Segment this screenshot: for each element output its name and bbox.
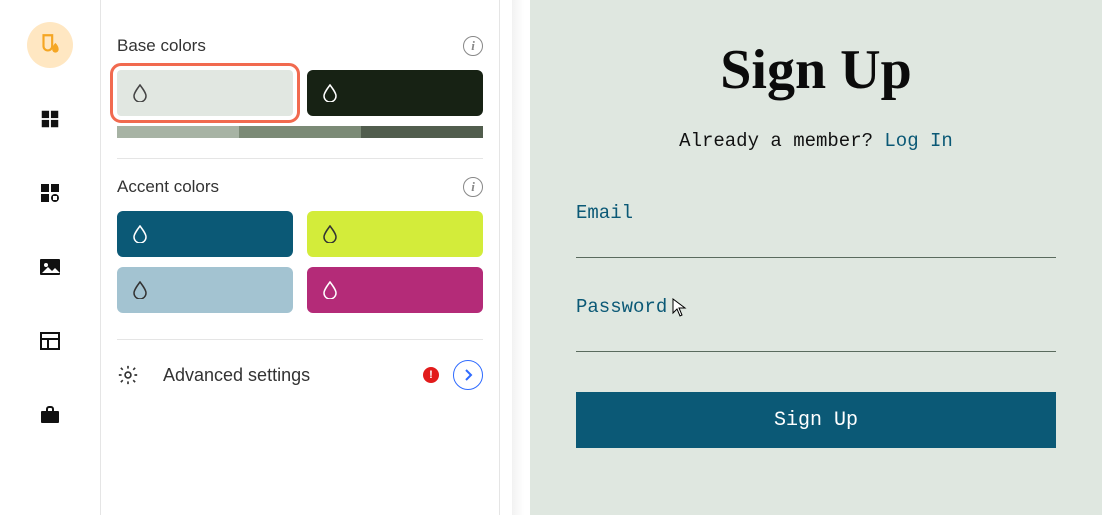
- info-icon[interactable]: i: [463, 36, 483, 56]
- accent-swatch-teal[interactable]: [117, 211, 293, 257]
- accent-colors-title: Accent colors: [117, 177, 219, 197]
- base-gradient-bar: [117, 126, 483, 138]
- rail-briefcase-icon[interactable]: [27, 392, 73, 438]
- signup-heading: Sign Up: [570, 38, 1062, 102]
- rail-grid-icon[interactable]: [27, 96, 73, 142]
- email-field-group: Email: [576, 202, 1056, 258]
- login-link[interactable]: Log In: [884, 130, 952, 152]
- password-input[interactable]: [576, 322, 1056, 352]
- accent-swatch-lightblue[interactable]: [117, 267, 293, 313]
- password-field-group: Password: [576, 296, 1056, 352]
- advanced-label: Advanced settings: [153, 365, 409, 386]
- base-swatch-dark[interactable]: [307, 70, 483, 116]
- chevron-right-icon[interactable]: [453, 360, 483, 390]
- gear-icon: [117, 364, 139, 386]
- base-colors-section: Base colors i: [117, 0, 483, 138]
- signup-button[interactable]: Sign Up: [576, 392, 1056, 448]
- rail-layout-icon[interactable]: [27, 318, 73, 364]
- color-panel: Base colors i Accent colors i: [100, 0, 500, 515]
- info-icon[interactable]: i: [463, 177, 483, 197]
- accent-colors-section: Accent colors i: [117, 158, 483, 313]
- advanced-settings-row[interactable]: Advanced settings !: [117, 339, 483, 400]
- rail-widgets-icon[interactable]: [27, 170, 73, 216]
- preview-area: Sign Up Already a member? Log In Email P…: [500, 0, 1102, 515]
- warning-badge: !: [423, 367, 439, 383]
- base-swatch-light[interactable]: [117, 70, 293, 116]
- rail-image-icon[interactable]: [27, 244, 73, 290]
- subline-text: Already a member?: [679, 130, 884, 152]
- password-label: Password: [576, 296, 667, 318]
- base-colors-title: Base colors: [117, 36, 206, 56]
- signup-subline: Already a member? Log In: [570, 130, 1062, 152]
- cursor-icon: [672, 298, 688, 318]
- accent-swatch-lime[interactable]: [307, 211, 483, 257]
- email-label: Email: [576, 202, 633, 224]
- email-input[interactable]: [576, 228, 1056, 258]
- signup-preview: Sign Up Already a member? Log In Email P…: [530, 0, 1102, 515]
- accent-swatch-magenta[interactable]: [307, 267, 483, 313]
- left-rail: [0, 0, 100, 515]
- rail-theme-icon[interactable]: [27, 22, 73, 68]
